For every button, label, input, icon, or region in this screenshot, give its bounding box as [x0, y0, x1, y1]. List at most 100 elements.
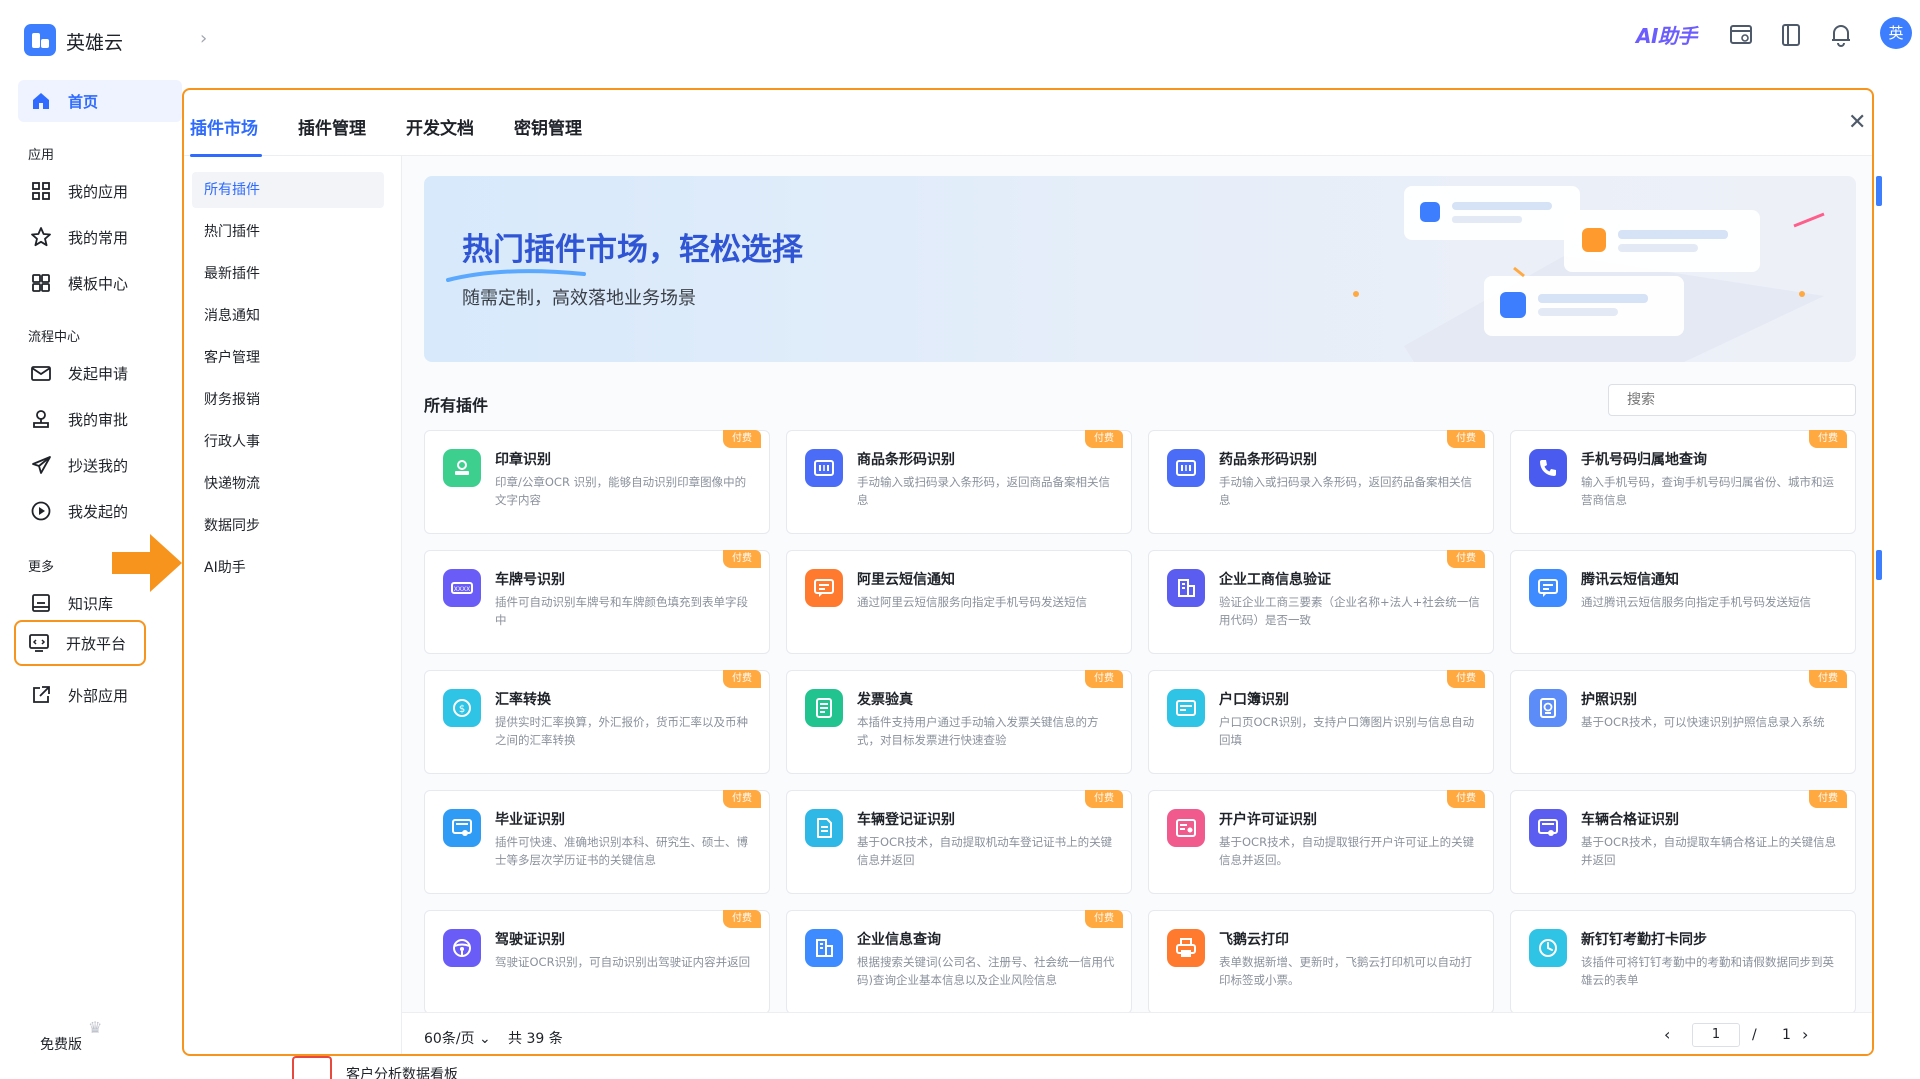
- close-icon[interactable]: ✕: [1848, 110, 1866, 135]
- category-hot[interactable]: 热门插件: [192, 214, 384, 250]
- dashboard-icon: [292, 1056, 332, 1079]
- chevron-right-icon[interactable]: ›: [200, 28, 207, 49]
- sidebar-item-my-approvals[interactable]: 我的审批: [18, 398, 182, 440]
- category-logistics[interactable]: 快递物流: [192, 466, 384, 502]
- page-number-input[interactable]: 1: [1692, 1023, 1740, 1047]
- calendar-icon[interactable]: [1728, 22, 1754, 48]
- plugin-title: 车牌号识别: [495, 572, 565, 588]
- plugin-grid: 印章识别 印章/公章OCR 识别，能够自动识别印章图像中的文字内容 付费 商品条形码识…: [424, 430, 1856, 1014]
- plugin-card[interactable]: 户口簿识别 户口页OCR识别，支持户口簿图片识别与信息自动回填 付费: [1148, 670, 1494, 774]
- plan-label[interactable]: 免费版: [40, 1034, 82, 1054]
- tab-dev-docs[interactable]: 开发文档: [406, 114, 474, 139]
- total-pages: 1: [1782, 1027, 1791, 1043]
- plugin-card[interactable]: 企业信息查询 根据搜索关键词(公司名、注册号、社会统一信用代码)查询企业基本信息以…: [786, 910, 1132, 1014]
- ai-assistant-button[interactable]: AI助手: [1636, 20, 1697, 49]
- plugin-card[interactable]: 开户许可证识别 基于OCR技术，自动提取银行开户许可证上的关键信息并返回。 付费: [1148, 790, 1494, 894]
- plugin-card[interactable]: $ 汇率转换 提供实时汇率换算，外汇报价，货币汇率以及币种之间的汇率转换 付费: [424, 670, 770, 774]
- plugin-card[interactable]: 新钉钉考勤打卡同步 该插件可将钉钉考勤中的考勤和请假数据同步到英雄云的表单: [1510, 910, 1856, 1014]
- plugin-title: 发票验真: [857, 692, 913, 708]
- paid-badge: 付费: [1447, 790, 1485, 808]
- paid-badge: 付费: [723, 910, 761, 928]
- plugin-title: 汇率转换: [495, 692, 551, 708]
- category-sync[interactable]: 数据同步: [192, 508, 384, 544]
- passport-icon: [1529, 689, 1567, 727]
- search-input[interactable]: [1608, 384, 1856, 416]
- sidebar-item-my-favorites[interactable]: 我的常用: [18, 216, 182, 258]
- section-more: 更多: [28, 560, 55, 575]
- plugin-description: 手动输入或扫码录入条形码，返回药品备案相关信息: [1219, 475, 1472, 507]
- category-new[interactable]: 最新插件: [192, 256, 384, 292]
- chevron-right-icon[interactable]: ›: [1802, 1025, 1808, 1044]
- sidebar-item-label: 开放平台: [66, 634, 127, 653]
- bell-icon[interactable]: [1828, 22, 1854, 48]
- sidebar-item-home[interactable]: 首页: [18, 80, 182, 122]
- plugin-card[interactable]: XXXX 车牌号识别 插件可自动识别车牌号和车牌颜色填充到表单字段中 付费: [424, 550, 770, 654]
- plugin-card[interactable]: 手机号码归属地查询 输入手机号码，查询手机号码归属省份、城市和运营商信息 付费: [1510, 430, 1856, 534]
- plugin-card[interactable]: 毕业证识别 插件可快速、准确地识别本科、研究生、硕士、博士等多层次学历证书的关键信…: [424, 790, 770, 894]
- sidebar-item-cc-me[interactable]: 抄送我的: [18, 444, 182, 486]
- pagination-bar: 60条/页 ⌄ 共 39 条 ‹ 1 / 1 ›: [402, 1012, 1872, 1054]
- category-hr[interactable]: 行政人事: [192, 424, 384, 460]
- category-ai[interactable]: AI助手: [192, 550, 384, 586]
- certificate-icon: [443, 809, 481, 847]
- plugin-description: 提供实时汇率换算，外汇报价，货币汇率以及币种之间的汇率转换: [495, 715, 748, 747]
- plugin-card[interactable]: 商品条形码识别 手动输入或扫码录入条形码，返回商品备案相关信息 付费: [786, 430, 1132, 534]
- dialog-tabs: 插件市场 插件管理 开发文档 密钥管理 ✕: [184, 90, 1872, 157]
- plugin-title: 企业工商信息验证: [1219, 572, 1331, 588]
- sidebar-item-label: 我的应用: [68, 182, 129, 201]
- plugin-card[interactable]: 车辆登记证识别 基于OCR技术，自动提取机动车登记证书上的关键信息并返回 付费: [786, 790, 1132, 894]
- sidebar-item-templates[interactable]: 模板中心: [18, 262, 182, 304]
- external-link-icon: [33, 686, 50, 703]
- top-bar: 英雄云 › AI助手 英: [0, 0, 1920, 80]
- plugin-description: 基于OCR技术，自动提取银行开户许可证上的关键信息并返回。: [1219, 835, 1475, 867]
- plugin-card[interactable]: 企业工商信息验证 验证企业工商三要素（企业名称+法人+社会统一信用代码）是否一致 付…: [1148, 550, 1494, 654]
- sidebar-item-label: 外部应用: [68, 686, 129, 705]
- plugin-title: 药品条形码识别: [1219, 452, 1317, 468]
- template-icon: [32, 274, 50, 292]
- page-size-label: 60条/页: [424, 1031, 475, 1047]
- plugin-card[interactable]: 护照识别 基于OCR技术，可以快速识别护照信息录入系统 付费: [1510, 670, 1856, 774]
- plugin-description: 验证企业工商三要素（企业名称+法人+社会统一信用代码）是否一致: [1219, 595, 1480, 627]
- paid-badge: 付费: [1809, 430, 1847, 448]
- sidebar-item-started[interactable]: 我发起的: [18, 490, 182, 532]
- paid-badge: 付费: [723, 430, 761, 448]
- plugin-card[interactable]: 阿里云短信通知 通过阿里云短信服务向指定手机号码发送短信: [786, 550, 1132, 654]
- chevron-left-icon[interactable]: ‹: [1664, 1025, 1670, 1044]
- sidebar-item-my-apps[interactable]: 我的应用: [18, 170, 182, 212]
- app-logo-icon[interactable]: [24, 24, 56, 56]
- section-apps: 应用: [28, 148, 55, 163]
- sidebar-item-external[interactable]: 外部应用: [18, 674, 182, 716]
- home-icon: [33, 93, 49, 109]
- sidebar-item-open-platform[interactable]: 开放平台: [14, 620, 146, 666]
- category-customer[interactable]: 客户管理: [192, 340, 384, 376]
- barcode-icon: [1167, 449, 1205, 487]
- plugin-card[interactable]: 驾驶证识别 驾驶证OCR识别，可自动识别出驾驶证内容并返回 付费: [424, 910, 770, 1014]
- barcode-icon: [805, 449, 843, 487]
- user-avatar[interactable]: 英: [1880, 17, 1912, 49]
- tab-key-management[interactable]: 密钥管理: [514, 114, 582, 139]
- paid-badge: 付费: [1447, 430, 1485, 448]
- plugin-description: 户口页OCR识别，支持户口簿图片识别与信息自动回填: [1219, 715, 1475, 747]
- category-all[interactable]: 所有插件: [192, 172, 384, 208]
- svg-text:XXXX: XXXX: [454, 586, 470, 593]
- plugin-title: 车辆合格证识别: [1581, 812, 1679, 828]
- sidebar-item-submit[interactable]: 发起申请: [18, 352, 182, 394]
- plugin-title: 商品条形码识别: [857, 452, 955, 468]
- plugin-title: 飞鹅云打印: [1219, 932, 1289, 948]
- plugin-description: 基于OCR技术，自动提取车辆合格证上的关键信息并返回: [1581, 835, 1837, 867]
- mail-icon: [31, 366, 51, 381]
- page-size-select[interactable]: 60条/页 ⌄: [424, 1028, 491, 1048]
- plugin-card[interactable]: 印章识别 印章/公章OCR 识别，能够自动识别印章图像中的文字内容 付费: [424, 430, 770, 534]
- book-icon[interactable]: [1778, 22, 1804, 48]
- plugin-card[interactable]: 腾讯云短信通知 通过腾讯云短信服务向指定手机号码发送短信: [1510, 550, 1856, 654]
- plugin-card[interactable]: 发票验真 本插件支持用户通过手动输入发票关键信息的方式，对目标发票进行快速查验 付费: [786, 670, 1132, 774]
- category-notification[interactable]: 消息通知: [192, 298, 384, 334]
- tab-plugin-management[interactable]: 插件管理: [298, 114, 366, 139]
- plugin-card[interactable]: 车辆合格证识别 基于OCR技术，自动提取车辆合格证上的关键信息并返回 付费: [1510, 790, 1856, 894]
- plugin-card[interactable]: 药品条形码识别手动输入或扫码录入条形码，返回药品备案相关信息 付费: [1148, 430, 1494, 534]
- app-name[interactable]: 英雄云: [66, 28, 123, 55]
- tab-plugin-market[interactable]: 插件市场: [190, 114, 258, 139]
- plugin-card[interactable]: 飞鹅云打印 表单数据新增、更新时，飞鹅云打印机可以自动打印标签或小票。: [1148, 910, 1494, 1014]
- play-circle-icon: [31, 501, 51, 521]
- category-finance[interactable]: 财务报销: [192, 382, 384, 418]
